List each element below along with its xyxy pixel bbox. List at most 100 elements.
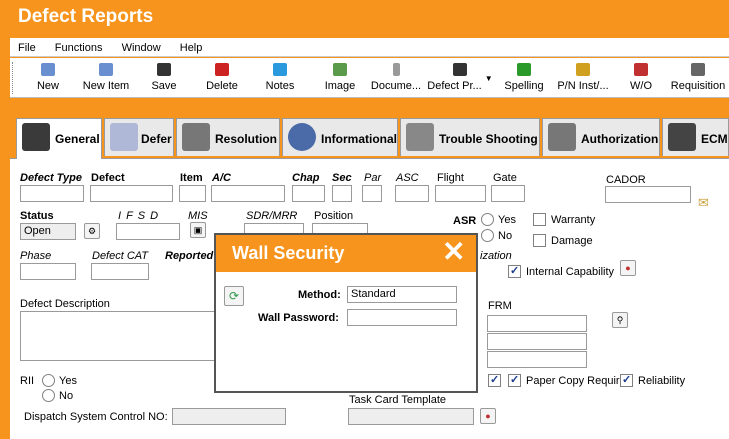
dialog-title: Wall Security — [232, 243, 345, 263]
item-field[interactable] — [179, 185, 206, 202]
menu-file[interactable]: File — [10, 38, 44, 56]
asr-yes-radio[interactable] — [481, 213, 494, 226]
menu-bar: File Functions Window Help — [10, 38, 729, 57]
dropdown-arrow-icon[interactable]: ▼ — [485, 74, 493, 83]
rii-no-radio[interactable] — [42, 389, 55, 402]
defect-field[interactable] — [90, 185, 173, 202]
tab-authorization[interactable]: Authorization — [542, 118, 660, 156]
ifsd-label: I F S D — [118, 210, 160, 222]
chap-field[interactable] — [292, 185, 325, 202]
frm-label: FRM — [488, 300, 512, 312]
paper-copy-required-label: Paper Copy Required — [526, 375, 632, 387]
status-label: Status — [20, 210, 54, 222]
notes-icon — [273, 63, 287, 76]
reliability-checkbox[interactable] — [620, 373, 633, 387]
asr-no-radio[interactable] — [481, 229, 494, 242]
app-window: Defect Reports File Functions Window Hel… — [0, 0, 729, 439]
method-field[interactable]: Standard — [347, 286, 457, 303]
requisition-icon — [691, 63, 705, 76]
sec-label: Sec — [332, 172, 352, 184]
new-button[interactable]: New — [30, 60, 66, 96]
status-field[interactable]: Open — [20, 223, 76, 240]
menu-help[interactable]: Help — [172, 38, 211, 56]
general-icon — [22, 123, 50, 151]
resolution-icon — [182, 123, 210, 151]
refresh-icon[interactable]: ⟳ — [224, 286, 244, 306]
status-lookup-icon[interactable]: ⚙ — [84, 223, 100, 239]
tab-defer[interactable]: Defer — [104, 118, 174, 156]
ac-label: A/C — [212, 172, 231, 184]
spelling-button[interactable]: Spelling — [502, 60, 546, 96]
paper-copy-required-checkbox[interactable] — [508, 373, 521, 387]
sec-field[interactable] — [332, 185, 352, 202]
partial-checkbox[interactable] — [488, 373, 501, 387]
part-install-icon — [576, 63, 590, 76]
printer-icon — [453, 63, 467, 76]
defect-description-textarea[interactable] — [20, 311, 220, 361]
envelope-icon[interactable]: ✉ — [698, 195, 709, 211]
cador-field[interactable] — [605, 186, 691, 203]
authorization-icon — [548, 123, 576, 151]
dispatch-system-control-label: Dispatch System Control NO: — [24, 411, 168, 423]
toolbar-grip[interactable] — [12, 62, 15, 94]
par-field[interactable] — [362, 185, 382, 202]
ifsd-field[interactable] — [116, 223, 180, 240]
wall-password-field[interactable] — [347, 309, 457, 326]
document-icon — [392, 63, 400, 76]
defect-cat-label: Defect CAT — [92, 250, 149, 262]
trouble-shooting-icon — [406, 123, 434, 151]
tab-informational[interactable]: Informational — [282, 118, 398, 156]
phase-field[interactable] — [20, 263, 76, 280]
menu-window[interactable]: Window — [114, 38, 169, 56]
warranty-checkbox[interactable] — [533, 213, 546, 226]
frm-field-3[interactable] — [487, 351, 587, 368]
defect-print-button[interactable]: Defect Pr... ▼ — [424, 60, 496, 96]
frm-field-1[interactable] — [487, 315, 587, 332]
flight-field[interactable] — [435, 185, 486, 202]
damage-label: Damage — [551, 235, 593, 247]
reliability-label: Reliability — [638, 375, 686, 387]
internal-capability-checkbox[interactable] — [508, 264, 521, 278]
task-card-template-field[interactable] — [348, 408, 474, 425]
defect-type-label: Defect Type — [20, 172, 82, 184]
save-button[interactable]: Save — [146, 60, 182, 96]
internal-capability-lookup-icon[interactable]: ● — [620, 260, 636, 276]
notes-button[interactable]: Notes — [260, 60, 300, 96]
work-order-button[interactable]: W/O — [624, 60, 658, 96]
defect-cat-field[interactable] — [91, 263, 149, 280]
menu-functions[interactable]: Functions — [47, 38, 111, 56]
warranty-label: Warranty — [551, 214, 596, 226]
asc-label: ASC — [396, 172, 419, 184]
asc-field[interactable] — [395, 185, 429, 202]
rii-yes-radio[interactable] — [42, 374, 55, 387]
par-label: Par — [364, 172, 382, 184]
image-button[interactable]: Image — [320, 60, 360, 96]
rii-no-label: No — [59, 390, 74, 402]
frm-field-2[interactable] — [487, 333, 587, 350]
app-title: Defect Reports — [18, 6, 154, 27]
requisition-button[interactable]: Requisition — [668, 60, 728, 96]
ac-field[interactable] — [211, 185, 285, 202]
task-card-template-lookup-icon[interactable]: ● — [480, 408, 496, 424]
delete-button[interactable]: Delete — [202, 60, 242, 96]
tab-trouble-shooting[interactable]: Trouble Shooting — [400, 118, 540, 156]
authorization-label: ization — [480, 250, 512, 262]
damage-checkbox[interactable] — [533, 234, 546, 247]
new-item-button[interactable]: New Item — [78, 60, 134, 96]
asr-no-label: No — [498, 230, 513, 242]
tab-resolution[interactable]: Resolution — [176, 118, 280, 156]
tab-general[interactable]: General — [16, 118, 102, 159]
dispatch-system-control-field[interactable] — [172, 408, 286, 425]
part-install-button[interactable]: P/N Inst/... — [554, 60, 612, 96]
frm-lookup-icon[interactable]: ⚲ — [612, 312, 628, 328]
cador-label: CADOR — [606, 174, 646, 186]
gate-field[interactable] — [491, 185, 525, 202]
tab-ecm[interactable]: ECM — [662, 118, 729, 156]
mis-lookup-icon[interactable]: ▣ — [190, 222, 206, 238]
defect-type-field[interactable] — [20, 185, 84, 202]
method-label: Method: — [298, 289, 341, 301]
document-button[interactable]: Docume... — [370, 60, 422, 96]
toolbar: New New Item Save Delete Notes Image Doc… — [10, 58, 729, 98]
flight-label: Flight — [437, 172, 464, 184]
close-icon[interactable]: ✕ — [442, 237, 465, 267]
